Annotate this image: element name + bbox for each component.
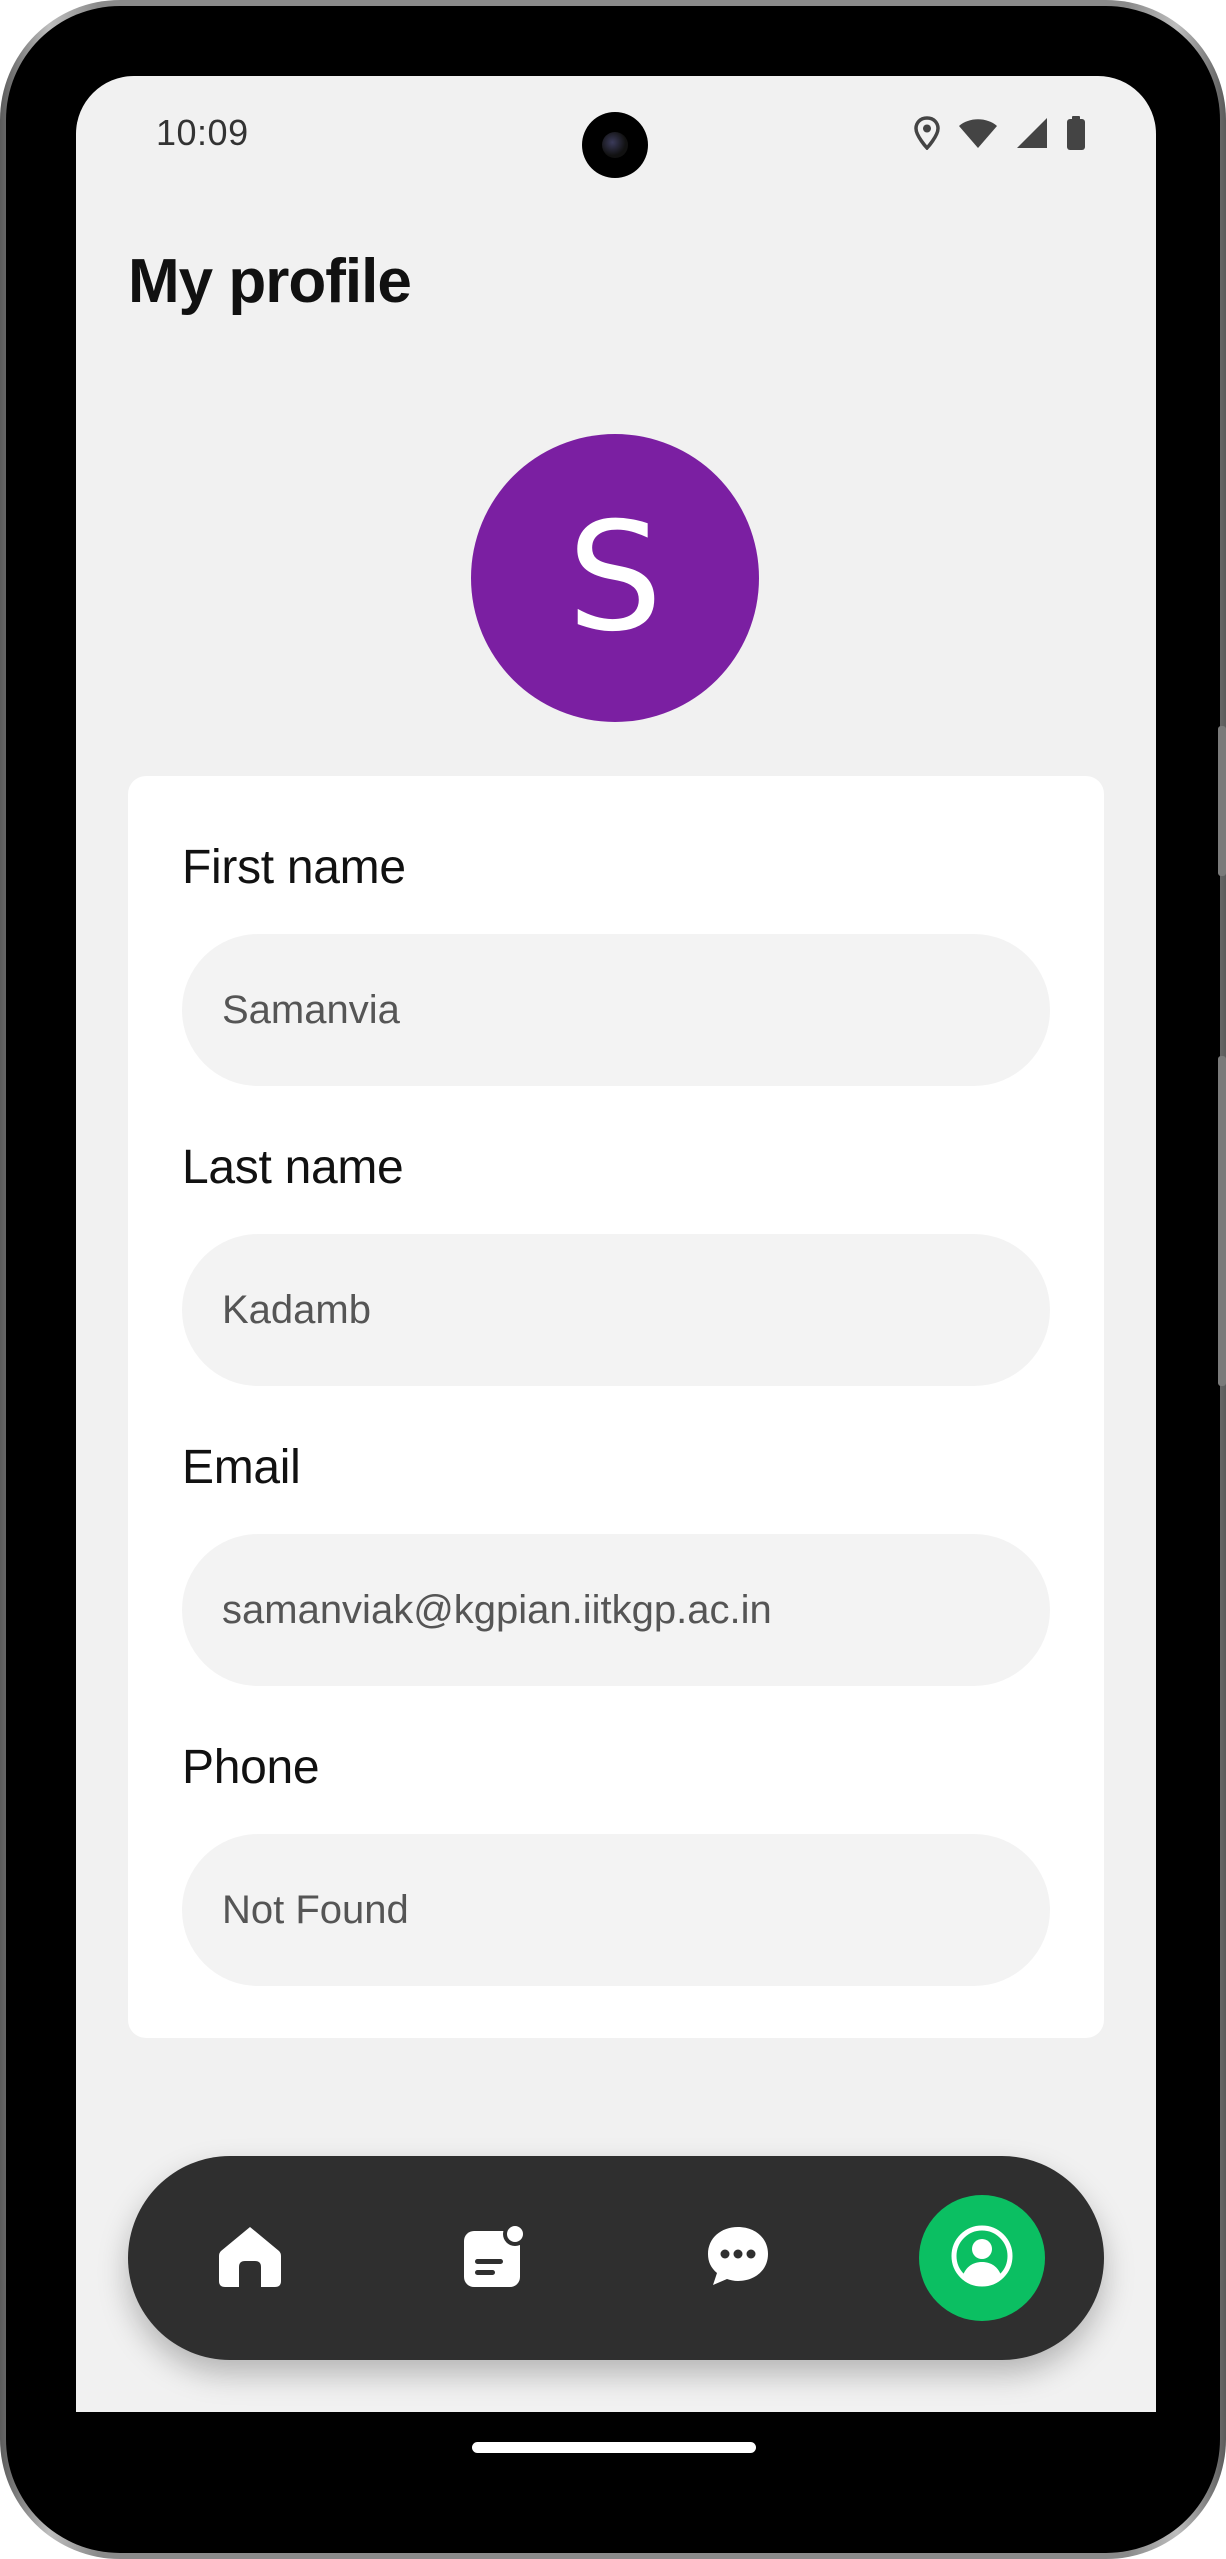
profile-icon: [949, 2223, 1015, 2294]
location-icon: [914, 116, 940, 155]
profile-card: First name Last name Email Phone: [128, 776, 1104, 2038]
wifi-icon: [958, 117, 998, 154]
status-time: 10:09: [156, 112, 249, 153]
email-field[interactable]: [182, 1534, 1050, 1686]
first-name-field[interactable]: [182, 934, 1050, 1086]
nav-chat-button[interactable]: [675, 2156, 801, 2360]
home-icon: [217, 2223, 283, 2294]
notes-notification-icon: [461, 2221, 527, 2294]
avatar: S: [471, 434, 759, 722]
app-screen: 10:09 My profile S First name Samanvia L…: [76, 76, 1156, 2412]
volume-button: [1218, 1056, 1226, 1386]
avatar-initial: S: [567, 491, 663, 665]
bottom-nav: [128, 2156, 1104, 2360]
last-name-field[interactable]: [182, 1234, 1050, 1386]
phone-bezel: 10:09 My profile S First name Samanvia L…: [6, 6, 1226, 2553]
battery-icon: [1066, 116, 1086, 155]
chat-icon: [705, 2223, 771, 2294]
nav-home-button[interactable]: [187, 2156, 313, 2360]
last-name-label: Last name: [182, 1141, 404, 1194]
power-button: [1218, 726, 1226, 876]
phone-label: Phone: [182, 1741, 320, 1794]
email-label: Email: [182, 1441, 301, 1494]
status-bar: 10:09: [76, 76, 1156, 186]
cellular-signal-icon: [1016, 117, 1048, 154]
page-title: My profile: [128, 247, 412, 316]
front-camera: [582, 112, 648, 178]
phone-field[interactable]: [182, 1834, 1050, 1986]
phone-frame: 10:09 My profile S First name Samanvia L…: [0, 0, 1226, 2559]
status-icons: [914, 116, 1086, 155]
nav-profile-active-indicator: [919, 2195, 1045, 2321]
first-name-label: First name: [182, 841, 406, 894]
home-indicator[interactable]: [472, 2442, 756, 2453]
nav-profile-button[interactable]: [919, 2156, 1045, 2360]
nav-notes-button[interactable]: [431, 2156, 557, 2360]
